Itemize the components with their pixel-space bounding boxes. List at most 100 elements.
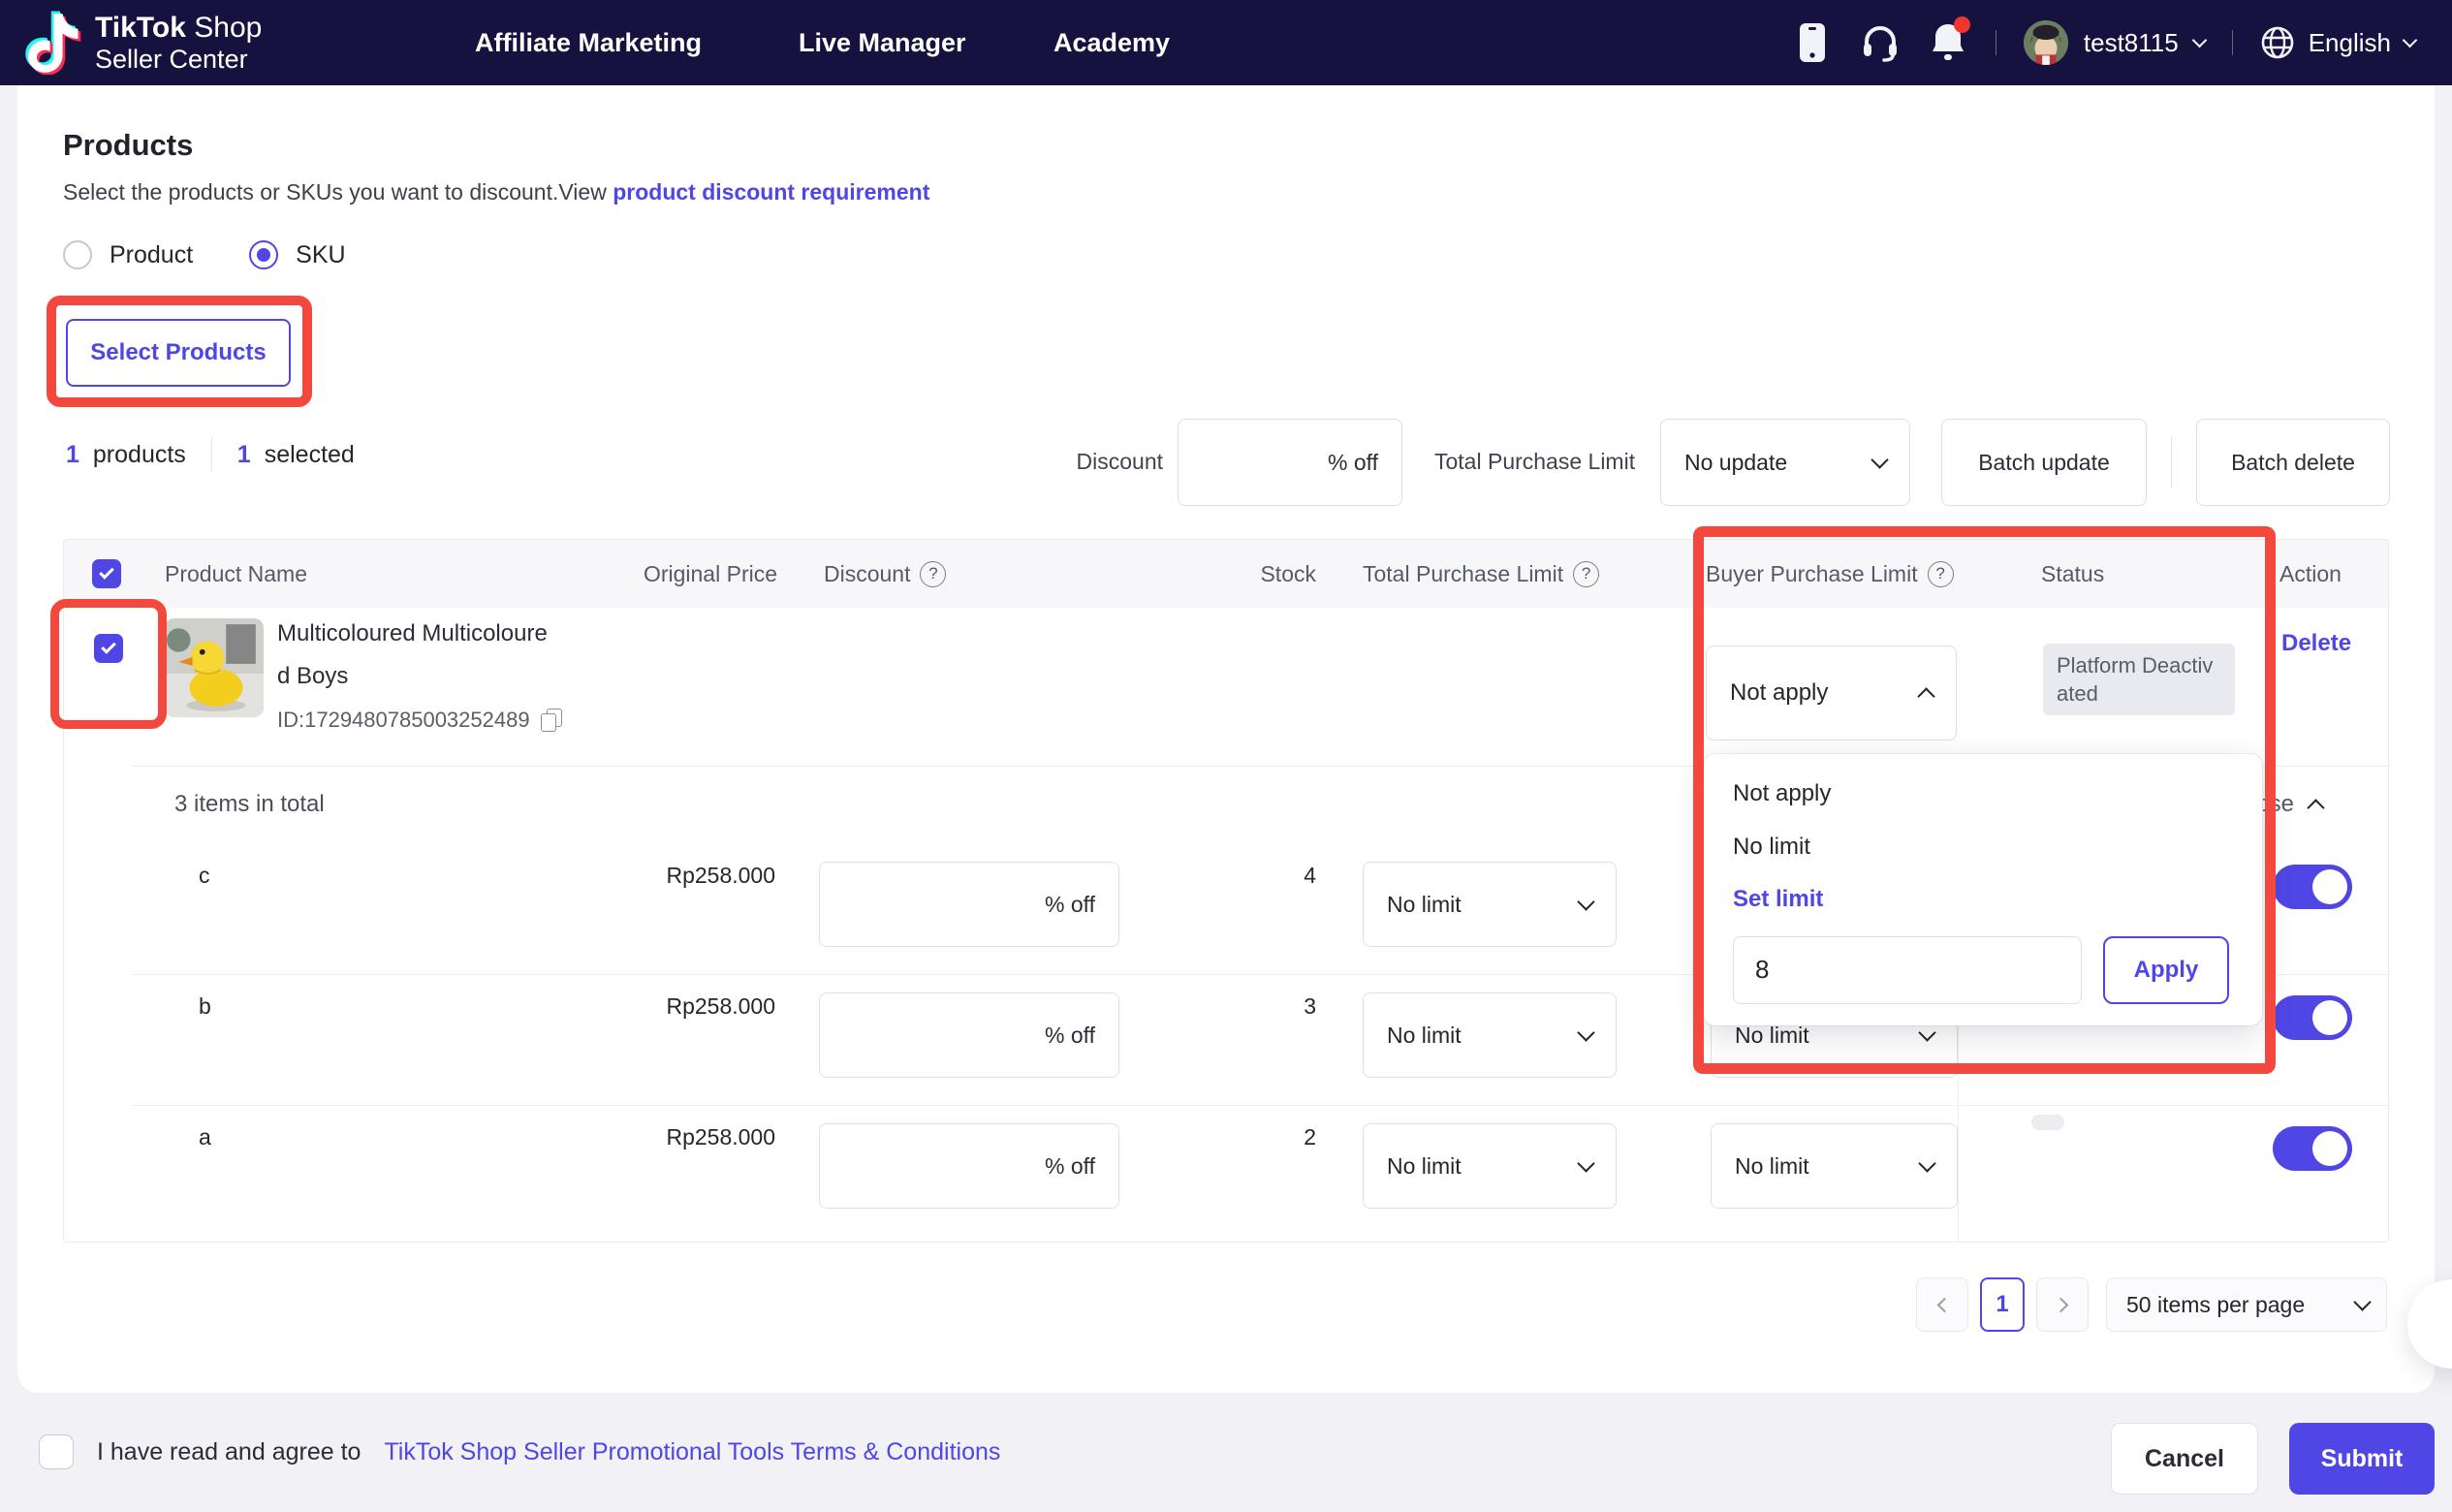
page: TikTok Shop Seller Center Affiliate Mark… (0, 0, 2452, 1512)
chevron-down-icon (1577, 1024, 1594, 1041)
batch-update-button[interactable]: Batch update (1941, 419, 2147, 506)
delete-action-link[interactable]: Delete (2281, 630, 2351, 657)
discount-help-icon[interactable] (920, 561, 946, 587)
chevron-up-icon (1917, 687, 1934, 705)
product-buyer-limit-select[interactable]: Not apply (1706, 646, 1957, 740)
products-count: 1 (66, 441, 79, 469)
radio-sku[interactable] (249, 240, 278, 269)
dropdown-option-set-limit[interactable]: Set limit (1733, 883, 2233, 916)
language-label: English (2309, 28, 2391, 58)
sku-stock: 2 (1237, 1124, 1316, 1150)
copy-icon[interactable] (540, 709, 563, 732)
products-count-label: products (93, 441, 186, 469)
scope-radio-group: Product SKU (63, 240, 346, 269)
sku-total-limit-select[interactable]: No limit (1363, 862, 1617, 947)
sku-price: Rp258.000 (620, 863, 775, 889)
header-actions: test8115 English (1792, 0, 2415, 85)
mobile-app-icon[interactable] (1792, 20, 1833, 65)
col-original-price: Original Price (630, 540, 777, 608)
cancel-button[interactable]: Cancel (2111, 1423, 2258, 1495)
batch-total-limit-select[interactable]: No update (1660, 419, 1910, 506)
tooltip-dot (2031, 1115, 2064, 1130)
sku-discount-input[interactable] (820, 863, 1045, 946)
product-name-line1[interactable]: Multicoloured Multicoloure (277, 622, 548, 646)
col-status: Status (2041, 540, 2104, 608)
discount-requirement-link[interactable]: product discount requirement (613, 179, 929, 205)
sku-total-limit-select[interactable]: No limit (1363, 992, 1617, 1078)
col-buyer-purchase-limit: Buyer Purchase Limit (1706, 540, 1954, 608)
set-limit-row: Apply (1733, 936, 2233, 1004)
chevron-down-icon (1918, 1154, 1935, 1172)
batch-delete-button[interactable]: Batch delete (2196, 419, 2390, 506)
page-subtitle: Select the products or SKUs you want to … (63, 179, 929, 205)
col-product-name: Product Name (165, 540, 307, 608)
select-products-button[interactable]: Select Products (66, 319, 291, 387)
sku-active-toggle[interactable] (2273, 1126, 2352, 1171)
apply-button[interactable]: Apply (2103, 936, 2229, 1004)
dropdown-option-not-apply[interactable]: Not apply (1733, 777, 2233, 810)
nav-affiliate-marketing[interactable]: Affiliate Marketing (475, 0, 702, 85)
sku-discount-input[interactable] (820, 1124, 1045, 1208)
batch-discount-input[interactable] (1179, 420, 1328, 505)
chevron-down-icon (1870, 451, 1888, 468)
brand-text: TikTok Shop Seller Center (95, 13, 262, 74)
col-total-purchase-limit: Total Purchase Limit (1363, 540, 1599, 608)
product-name-line2[interactable]: d Boys (277, 665, 348, 688)
pagination-next-button[interactable] (2036, 1277, 2089, 1332)
notification-bell-icon[interactable] (1928, 20, 1968, 65)
chevron-down-icon (2353, 1293, 2371, 1310)
user-menu[interactable]: test8115 (2024, 20, 2205, 65)
tiktok-note-icon (25, 11, 81, 75)
product-id: ID:1729480785003252489 (277, 708, 530, 733)
sku-active-toggle[interactable] (2273, 995, 2352, 1040)
support-headset-icon[interactable] (1860, 20, 1901, 65)
page-title: Products (63, 128, 193, 163)
total-limit-help-icon[interactable] (1573, 561, 1599, 587)
col-discount: Discount (824, 540, 946, 608)
username: test8115 (2084, 28, 2179, 58)
select-all-checkbox[interactable] (92, 559, 121, 588)
batch-discount-label: Discount (1066, 449, 1163, 475)
product-row-checkbox[interactable] (94, 634, 123, 663)
buyer-limit-help-icon[interactable] (1928, 561, 1954, 587)
pagination-page-1[interactable]: 1 (1980, 1277, 2025, 1332)
agree-text: I have read and agree to (97, 1438, 361, 1466)
chevron-down-icon (2191, 32, 2207, 47)
brand-logo[interactable]: TikTok Shop Seller Center (25, 11, 262, 75)
brand-name-bold: TikTok (95, 12, 186, 44)
sku-buyer-limit-select[interactable]: No limit (1711, 1123, 1958, 1209)
batch-total-limit-label: Total Purchase Limit (1434, 449, 1635, 475)
language-selector[interactable]: English (2260, 25, 2415, 60)
buyer-limit-dropdown-panel: Not apply No limit Set limit Apply (1704, 754, 2262, 1025)
terms-agreement: I have read and agree to TikTok Shop Sel… (39, 1425, 1000, 1479)
sku-discount-input[interactable] (820, 993, 1045, 1077)
sku-name: c (199, 863, 210, 889)
dropdown-option-no-limit[interactable]: No limit (1733, 831, 2233, 864)
nav-live-manager[interactable]: Live Manager (799, 0, 966, 85)
selected-count: 1 (237, 441, 251, 469)
col-action: Action (2279, 540, 2342, 608)
table-header-row: Product Name Original Price Discount Sto… (64, 540, 2388, 608)
sku-stock: 4 (1237, 863, 1316, 889)
terms-checkbox[interactable] (39, 1434, 74, 1469)
sku-active-toggle[interactable] (2273, 865, 2352, 909)
sku-price: Rp258.000 (620, 1124, 775, 1150)
sku-total-limit-select[interactable]: No limit (1363, 1123, 1617, 1209)
nav-academy[interactable]: Academy (1053, 0, 1170, 85)
check-icon (99, 564, 114, 580)
pagination-prev-button[interactable] (1916, 1277, 1968, 1332)
page-size-select[interactable]: 50 items per page (2106, 1277, 2387, 1332)
status-badge: Platform Deactiv ated (2043, 644, 2235, 715)
limit-input[interactable] (1734, 955, 2081, 985)
chevron-down-icon (1577, 893, 1594, 910)
terms-link[interactable]: TikTok Shop Seller Promotional Tools Ter… (384, 1438, 1000, 1466)
radio-product[interactable] (63, 240, 92, 269)
toggle-knob (2312, 869, 2347, 904)
counts-divider (211, 437, 212, 472)
radio-sku-label: SKU (296, 241, 345, 269)
submit-button[interactable]: Submit (2289, 1423, 2435, 1495)
toggle-knob (2312, 1000, 2347, 1035)
chevron-down-icon (2403, 32, 2418, 47)
sku-stock: 3 (1237, 993, 1316, 1020)
sku-discount-input-box: % off (819, 862, 1119, 947)
